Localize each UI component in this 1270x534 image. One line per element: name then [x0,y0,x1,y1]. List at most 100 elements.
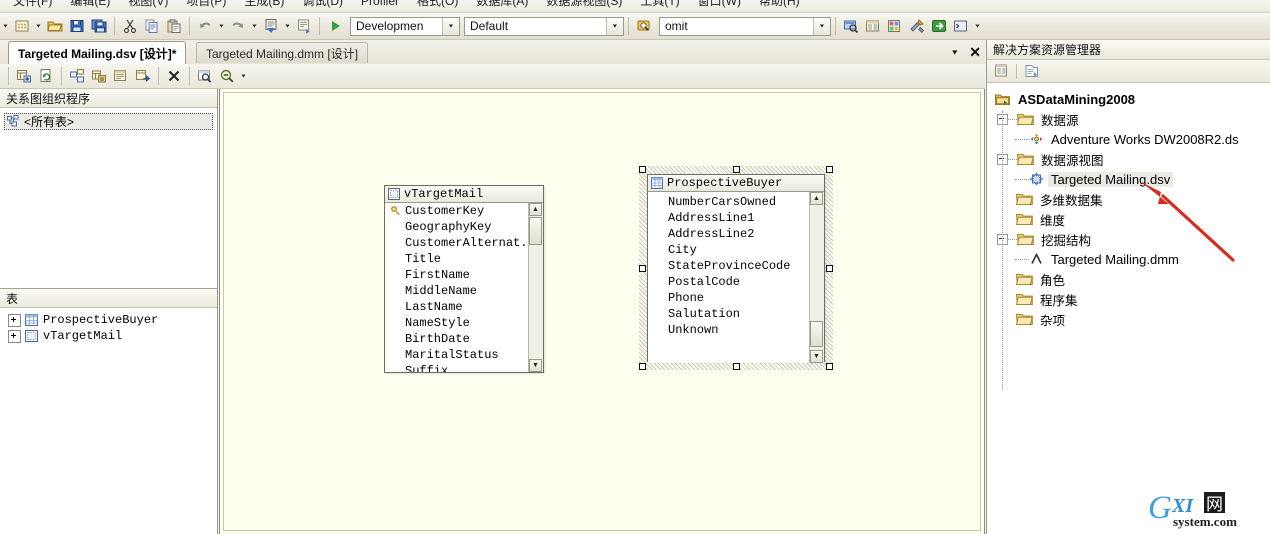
table-field[interactable]: MaritalStatus [385,347,543,363]
diagram-organizer-list[interactable]: <所有表> [0,108,217,289]
refresh-icon[interactable] [35,66,57,87]
resize-handle-ne[interactable] [826,166,833,173]
diagram-item-all-tables[interactable]: <所有表> [4,113,213,130]
menu-item-project[interactable]: 项目(P) [177,0,235,8]
save-icon[interactable] [66,16,88,37]
table-field[interactable]: MiddleName [385,283,543,299]
list-item[interactable]: ProspectiveBuyer [0,312,217,328]
scrollbar-thumb[interactable] [529,217,542,245]
console-icon[interactable] [950,16,972,37]
menu-item-edit[interactable]: 编辑(E) [61,0,119,8]
solution-explorer-tree[interactable]: ASDataMining2008 数据源 Adventure Works DW2… [987,83,1270,532]
solution-platform-dropdown-icon[interactable] [606,17,623,35]
menu-item-debug[interactable]: 调试(D) [293,0,352,8]
vertical-scrollbar[interactable]: ▲ ▼ [528,203,543,372]
table-field[interactable]: AddressLine2 [648,226,824,242]
paste-icon[interactable] [163,16,185,37]
save-all-icon[interactable] [88,16,110,37]
new-named-calculation-icon[interactable] [88,66,110,87]
tree-node-adventure-works-ds[interactable]: Adventure Works DW2008R2.ds [987,129,1270,149]
chevron-down-icon[interactable]: ▼ [950,48,959,56]
tools-icon[interactable] [906,16,928,37]
scroll-up-icon[interactable]: ▲ [810,192,823,205]
close-icon[interactable]: ✕ [969,45,981,59]
table-field[interactable]: BirthDate [385,331,543,347]
properties-window-icon[interactable] [862,16,884,37]
navigate-icon[interactable] [260,16,282,37]
canvas-surface[interactable] [223,92,981,531]
tree-node-miningstructures[interactable]: 挖掘结构 [987,229,1270,249]
solution-platform-combo[interactable]: Default [464,16,624,36]
cut-icon[interactable] [119,16,141,37]
resize-handle-w[interactable] [639,264,646,272]
go-icon[interactable] [928,16,950,37]
resize-handle-nw[interactable] [639,166,646,173]
omit-combo-dropdown-icon[interactable] [813,17,830,35]
scroll-up-icon[interactable]: ▲ [529,203,542,216]
undo-dropdown-icon[interactable] [216,16,227,37]
resize-handle-n[interactable] [732,166,740,173]
tree-node-datasourceviews[interactable]: 数据源视图 [987,149,1270,169]
table-field[interactable]: LastName [385,299,543,315]
resize-handle-sw[interactable] [639,363,646,370]
table-field[interactable]: NameStyle [385,315,543,331]
table-field[interactable]: StateProvinceCode [648,258,824,274]
copy-icon[interactable] [141,16,163,37]
table-field[interactable]: Salutation [648,306,824,322]
menu-item-profiler[interactable]: Profiler [352,0,408,8]
new-project-icon[interactable] [11,16,33,37]
scrollbar-thumb[interactable] [810,321,823,347]
table-field-list[interactable]: CustomerKey GeographyKey CustomerAlterna… [385,203,543,372]
object-explorer-icon[interactable] [840,16,862,37]
expander-icon[interactable] [8,329,21,343]
table-field[interactable]: Suffix [385,363,543,372]
tree-node-datasources[interactable]: 数据源 [987,109,1270,129]
new-named-query-icon[interactable] [66,66,88,87]
undo-icon[interactable] [194,16,216,37]
table-field[interactable]: CustomerKey [385,203,543,219]
table-field[interactable]: Phone [648,290,824,306]
resize-handle-se[interactable] [826,363,833,370]
connect-object-explorer-icon[interactable] [633,16,655,37]
scroll-down-icon[interactable]: ▼ [529,359,542,372]
open-file-icon[interactable] [44,16,66,37]
tab-targeted-mailing-dmm[interactable]: Targeted Mailing.dmm [设计] [196,42,369,63]
table-field[interactable]: AddressLine1 [648,210,824,226]
table-box-prospectivebuyer[interactable]: ProspectiveBuyer NumberCarsOwned Address… [647,174,825,363]
tab-targeted-mailing-dsv[interactable]: Targeted Mailing.dsv [设计]* [8,41,187,64]
table-field[interactable]: Unknown [648,322,824,338]
menu-item-view[interactable]: 视图(V) [119,0,177,8]
tree-node-cubes[interactable]: 多维数据集 [987,189,1270,209]
solution-configuration-dropdown-icon[interactable] [442,17,459,35]
list-item[interactable]: vTargetMail [0,328,217,344]
tree-node-targeted-mailing-dsv[interactable]: Targeted Mailing.dsv [987,169,1270,189]
menu-item-datasourceview[interactable]: 数据源视图(S) [537,0,631,8]
new-project-dropdown-icon[interactable] [0,16,11,37]
solution-configuration-combo[interactable]: Developmen [350,16,460,36]
add-table-icon[interactable] [13,66,35,87]
resize-handle-e[interactable] [826,264,833,272]
delete-icon[interactable] [163,66,185,87]
redo-dropdown-icon[interactable] [249,16,260,37]
start-debug-icon[interactable] [324,16,346,37]
redo-icon[interactable] [227,16,249,37]
table-field[interactable]: PostalCode [648,274,824,290]
table-field[interactable]: NumberCarsOwned [648,194,824,210]
table-field[interactable]: FirstName [385,267,543,283]
comment-icon[interactable] [293,16,315,37]
omit-combo[interactable]: omit [659,16,831,36]
scroll-down-icon[interactable]: ▼ [810,350,823,363]
dsv-design-canvas[interactable]: vTargetMail CustomerKey GeographyKey Cus… [219,89,985,534]
zoom-out-icon[interactable] [216,66,238,87]
show-all-files-icon[interactable] [1023,63,1040,79]
console-dropdown-icon[interactable] [972,16,983,37]
tree-node-roles[interactable]: 角色 [987,269,1270,289]
table-field[interactable]: City [648,242,824,258]
table-field-list[interactable]: NumberCarsOwned AddressLine1 AddressLine… [648,192,824,363]
tree-node-misc[interactable]: 杂项 [987,309,1270,329]
table-field[interactable]: Title [385,251,543,267]
table-field[interactable]: CustomerAlternat... [385,235,543,251]
table-field[interactable]: GeographyKey [385,219,543,235]
menu-item-help[interactable]: 帮助(H) [750,0,809,8]
menu-item-format[interactable]: 格式(O) [408,0,467,8]
